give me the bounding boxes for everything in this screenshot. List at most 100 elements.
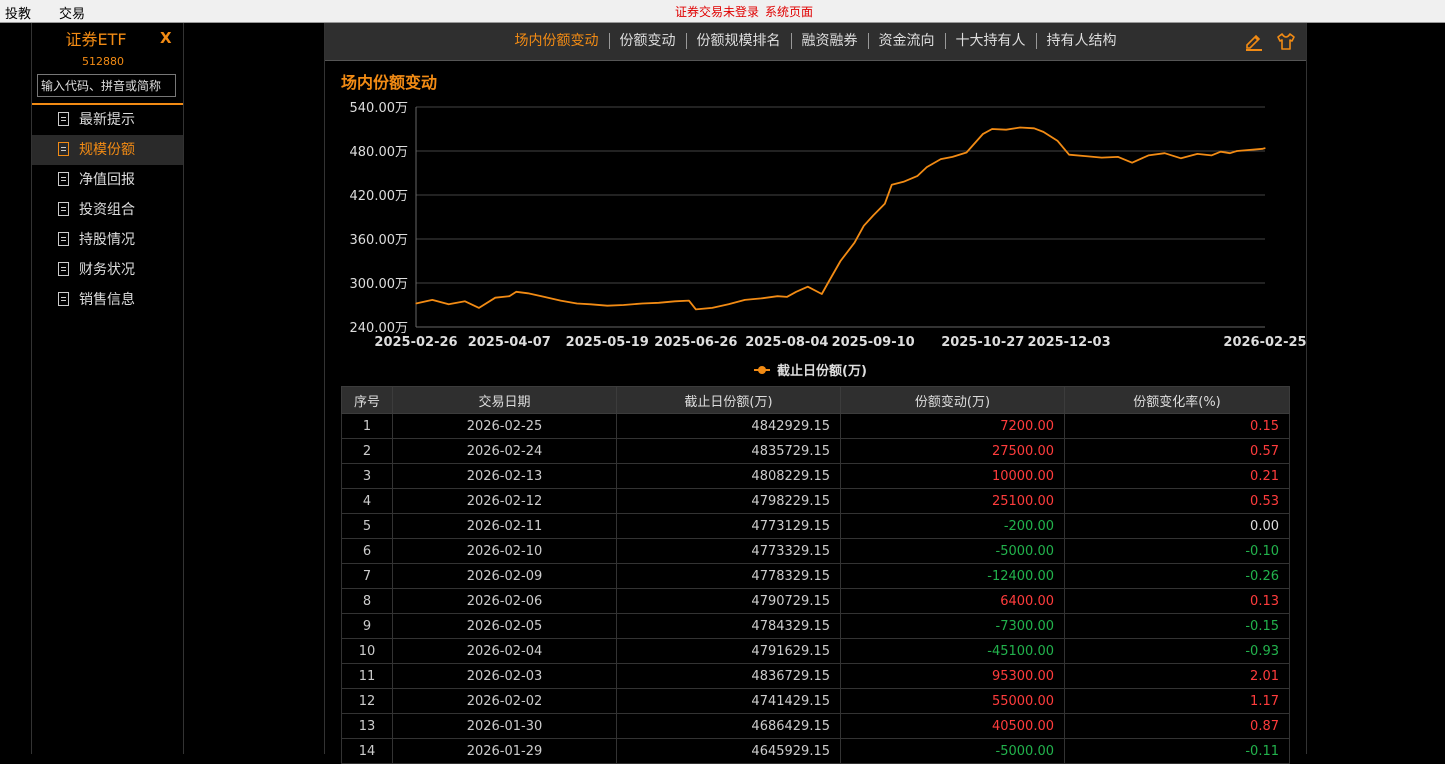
share-change: -12400.00 [840, 563, 1065, 589]
y-tick-label: 420.00万 [350, 189, 409, 204]
document-icon [58, 292, 69, 306]
data-point [448, 303, 450, 305]
login-status[interactable]: 证券交易未登录 [675, 5, 759, 19]
column-header[interactable]: 序号 [341, 386, 393, 414]
data-point [1210, 154, 1212, 156]
table-row[interactable]: 11 2026-02-03 4836729.15 95300.00 2.01 [341, 663, 1290, 689]
share-amount: 4798229.15 [616, 488, 841, 514]
sidebar-item-1[interactable]: 规模份额 [32, 135, 183, 165]
table-row[interactable]: 5 2026-02-11 4773129.15 -200.00 0.00 [341, 513, 1290, 539]
share-change: 27500.00 [840, 438, 1065, 464]
tab-6[interactable]: 持有人结构 [1037, 23, 1127, 60]
tab-3[interactable]: 融资融券 [792, 23, 868, 60]
row-number: 12 [341, 688, 393, 714]
legend-label: 截止日份额(万) [777, 363, 867, 379]
change-rate: 0.00 [1064, 513, 1290, 539]
column-header[interactable]: 份额变化率(%) [1064, 386, 1290, 414]
table-row[interactable]: 10 2026-02-04 4791629.15 -45100.00 -0.93 [341, 638, 1290, 664]
status-text: 证券交易未登录 系统页面 [675, 3, 819, 20]
table-row[interactable]: 7 2026-02-09 4778329.15 -12400.00 -0.26 [341, 563, 1290, 589]
table-row[interactable]: 12 2026-02-02 4741429.15 55000.00 1.17 [341, 688, 1290, 714]
tab-0[interactable]: 场内份额变动 [505, 23, 609, 60]
change-rate: 0.57 [1064, 438, 1290, 464]
top-menu-bar: 投教 交易 证券交易未登录 系统页面 [0, 0, 1445, 23]
data-point [711, 307, 713, 309]
x-tick-label: 2026-02-25 [1223, 335, 1306, 350]
data-point [760, 297, 762, 299]
table-row[interactable]: 6 2026-02-10 4773329.15 -5000.00 -0.10 [341, 538, 1290, 564]
sidebar-item-3[interactable]: 投资组合 [32, 195, 183, 225]
data-point [839, 260, 842, 262]
table-row[interactable]: 4 2026-02-12 4798229.15 25100.00 0.53 [341, 488, 1290, 514]
table-row[interactable]: 14 2026-01-29 4645929.15 -5000.00 -0.11 [341, 738, 1290, 764]
data-point [695, 308, 697, 310]
data-point [508, 295, 510, 297]
data-point [576, 302, 578, 305]
data-point [1131, 162, 1133, 164]
data-point [1196, 153, 1198, 155]
data-point [940, 158, 942, 160]
sidebar-item-label: 规模份额 [79, 142, 135, 158]
table-row[interactable]: 2 2026-02-24 4835729.15 27500.00 0.57 [341, 438, 1290, 464]
close-button[interactable]: X [160, 29, 172, 47]
share-change: 7200.00 [840, 413, 1065, 439]
document-icon [58, 172, 69, 186]
menu-investor-education[interactable]: 投教 [5, 3, 31, 22]
share-amount: 4842929.15 [616, 413, 841, 439]
y-tick-label: 540.00万 [350, 101, 409, 116]
data-point [1101, 157, 1103, 159]
column-header[interactable]: 截止日份额(万) [616, 386, 841, 414]
row-number: 4 [341, 488, 393, 514]
share-change-table: 序号 交易日期 截止日份额(万) 份额变动(万) 份额变化率(%) 1 2026-02-2… [341, 386, 1290, 764]
skin-icon[interactable] [1276, 31, 1296, 51]
table-row[interactable]: 3 2026-02-13 4808229.15 10000.00 0.21 [341, 463, 1290, 489]
sidebar: 证券ETF X 512880 最新提示规模份额净值回报投资组合持股情况财务状况销… [31, 23, 184, 754]
table-row[interactable]: 13 2026-01-30 4686429.15 40500.00 0.87 [341, 713, 1290, 739]
change-rate: -0.11 [1064, 738, 1290, 764]
row-number: 11 [341, 663, 393, 689]
edit-icon[interactable] [1244, 31, 1264, 51]
sidebar-item-4[interactable]: 持股情况 [32, 225, 183, 255]
document-icon [58, 142, 69, 156]
system-page-link[interactable]: 系统页面 [765, 5, 813, 19]
data-point [1236, 150, 1238, 152]
x-tick-label: 2025-10-27 [941, 335, 1024, 350]
sidebar-item-2[interactable]: 净值回报 [32, 165, 183, 195]
sidebar-item-label: 持股情况 [79, 232, 135, 248]
share-amount: 4836729.15 [616, 663, 841, 689]
data-point [891, 184, 893, 186]
tab-2[interactable]: 份额规模排名 [687, 23, 791, 60]
sidebar-item-5[interactable]: 财务状况 [32, 255, 183, 285]
sidebar-item-6[interactable]: 销售信息 [32, 285, 183, 315]
row-number: 1 [341, 413, 393, 439]
share-change: -5000.00 [840, 538, 1065, 564]
menu-trade[interactable]: 交易 [59, 3, 85, 22]
data-point [863, 225, 865, 227]
fund-code: 512880 [82, 55, 124, 68]
column-header[interactable]: 交易日期 [392, 386, 617, 414]
trade-date: 2026-02-09 [392, 563, 617, 589]
trade-date: 2026-02-06 [392, 588, 617, 614]
tab-4[interactable]: 资金流向 [869, 23, 945, 60]
share-change: 95300.00 [840, 663, 1065, 689]
search-input[interactable] [37, 74, 176, 97]
trade-date: 2026-02-03 [392, 663, 617, 689]
tab-1[interactable]: 份额变动 [610, 23, 686, 60]
data-point [991, 128, 993, 130]
share-amount: 4835729.15 [616, 438, 841, 464]
table-row[interactable]: 1 2026-02-25 4842929.15 7200.00 0.15 [341, 413, 1290, 439]
table-row[interactable]: 9 2026-02-05 4784329.15 -7300.00 -0.15 [341, 613, 1290, 639]
tab-5[interactable]: 十大持有人 [946, 23, 1036, 60]
row-number: 8 [341, 588, 393, 614]
document-icon [58, 232, 69, 246]
data-point [853, 242, 856, 244]
trade-date: 2026-02-24 [392, 438, 617, 464]
data-point [688, 300, 690, 302]
data-point [1019, 126, 1021, 129]
column-header[interactable]: 份额变动(万) [840, 386, 1065, 414]
data-point [807, 286, 809, 288]
table-row[interactable]: 8 2026-02-06 4790729.15 6400.00 0.13 [341, 588, 1290, 614]
document-icon [58, 112, 69, 126]
data-point [478, 307, 480, 309]
sidebar-item-0[interactable]: 最新提示 [32, 105, 183, 135]
